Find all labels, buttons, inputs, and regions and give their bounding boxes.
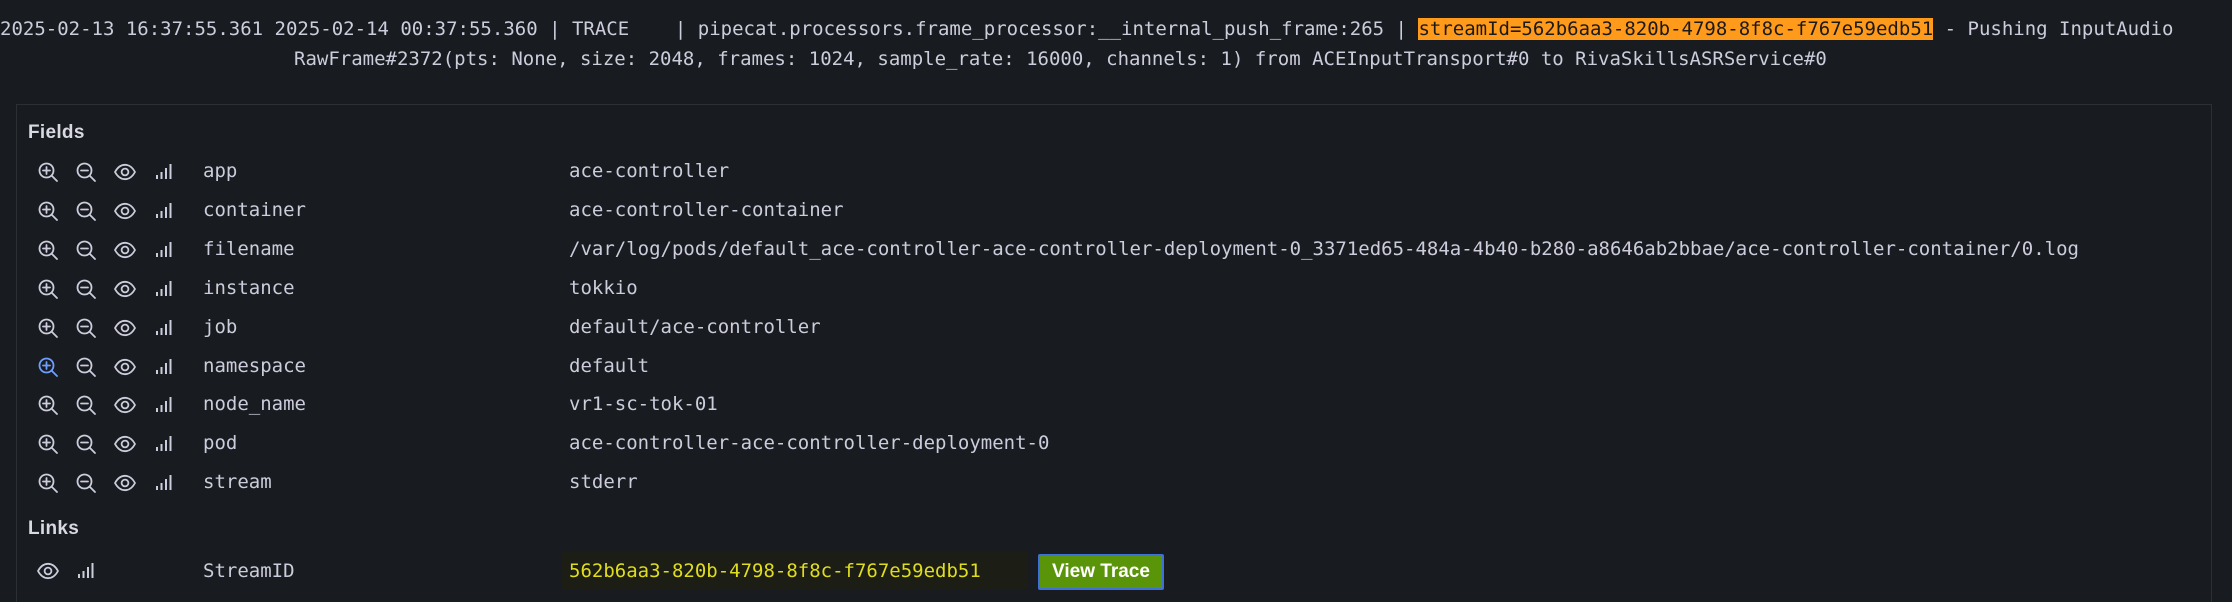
- zoom-out-icon[interactable]: [74, 277, 98, 301]
- eye-icon[interactable]: [113, 277, 137, 301]
- eye-icon[interactable]: [113, 238, 137, 262]
- stats-icon[interactable]: [74, 559, 98, 583]
- zoom-in-icon[interactable]: [36, 471, 60, 495]
- link-row-streamid: StreamID 562b6aa3-820b-4798-8f8c-f767e59e…: [0, 551, 2232, 590]
- field-label: container: [203, 199, 306, 221]
- eye-icon[interactable]: [113, 432, 137, 456]
- zoom-in-icon[interactable]: [36, 277, 60, 301]
- field-value: tokkio: [569, 277, 638, 299]
- stats-icon[interactable]: [152, 199, 176, 223]
- field-row-stream: stream stderr: [0, 463, 2232, 501]
- log-line-1-prefix: 2025-02-13 16:37:55.361 2025-02-14 00:37…: [0, 18, 1419, 40]
- zoom-in-icon[interactable]: [36, 238, 60, 262]
- field-row-namespace: namespace default: [0, 347, 2232, 385]
- field-label: stream: [203, 471, 272, 493]
- zoom-in-icon[interactable]: [36, 393, 60, 417]
- eye-icon[interactable]: [113, 393, 137, 417]
- view-trace-button[interactable]: View Trace: [1038, 554, 1164, 590]
- field-label: filename: [203, 238, 295, 260]
- zoom-out-icon[interactable]: [74, 238, 98, 262]
- field-value: vr1-sc-tok-01: [569, 393, 718, 415]
- eye-icon[interactable]: [36, 559, 60, 583]
- field-value: stderr: [569, 471, 638, 493]
- eye-icon[interactable]: [113, 316, 137, 340]
- stats-icon[interactable]: [152, 316, 176, 340]
- zoom-out-icon[interactable]: [74, 355, 98, 379]
- field-label: pod: [203, 432, 238, 454]
- zoom-in-icon[interactable]: [36, 199, 60, 223]
- field-value: ace-controller-ace-controller-deployment…: [569, 432, 1050, 454]
- log-line-1: 2025-02-13 16:37:55.361 2025-02-14 00:37…: [0, 14, 2173, 44]
- links-title: Links: [28, 518, 80, 539]
- field-row-container: container ace-controller-container: [0, 191, 2232, 229]
- stats-icon[interactable]: [152, 393, 176, 417]
- field-value: default: [569, 355, 650, 377]
- stream-id-highlight: streamId=562b6aa3-820b-4798-8f8c-f767e59…: [1418, 18, 1934, 40]
- zoom-out-icon[interactable]: [74, 316, 98, 340]
- eye-icon[interactable]: [113, 355, 137, 379]
- field-row-filename: filename/var/log/pods/default_ace-contro…: [0, 230, 2232, 268]
- zoom-out-icon[interactable]: [74, 393, 98, 417]
- fields-title: Fields: [28, 122, 85, 143]
- field-label: instance: [203, 277, 295, 299]
- stats-icon[interactable]: [152, 277, 176, 301]
- zoom-out-icon[interactable]: [74, 160, 98, 184]
- stats-icon[interactable]: [152, 160, 176, 184]
- zoom-out-icon[interactable]: [74, 471, 98, 495]
- stats-icon[interactable]: [152, 471, 176, 495]
- field-value: default/ace-controller: [569, 316, 821, 338]
- link-label: StreamID: [203, 560, 295, 582]
- stream-id-link[interactable]: 562b6aa3-820b-4798-8f8c-f767e59edb51: [569, 558, 981, 584]
- zoom-in-icon[interactable]: [36, 316, 60, 340]
- zoom-in-icon[interactable]: [36, 355, 60, 379]
- log-line-1-suffix: - Pushing InputAudio: [1933, 18, 2174, 40]
- field-label: app: [203, 160, 238, 182]
- eye-icon[interactable]: [113, 471, 137, 495]
- stats-icon[interactable]: [152, 355, 176, 379]
- field-row-node-name: node_name vr1-sc-tok-01: [0, 385, 2232, 423]
- zoom-in-icon[interactable]: [36, 432, 60, 456]
- eye-icon[interactable]: [113, 199, 137, 223]
- zoom-out-icon[interactable]: [74, 432, 98, 456]
- field-row-app: app ace-controller: [0, 152, 2232, 190]
- field-value: /var/log/pods/default_ace-controller-ace…: [569, 238, 2079, 260]
- zoom-out-icon[interactable]: [74, 199, 98, 223]
- field-label: job: [203, 316, 238, 338]
- field-label: node_name: [203, 393, 306, 415]
- eye-icon[interactable]: [113, 160, 137, 184]
- field-value: ace-controller-container: [569, 199, 844, 221]
- field-value: ace-controller: [569, 160, 730, 182]
- log-line-2: RawFrame#2372(pts: None, size: 2048, fra…: [294, 48, 1827, 70]
- field-label: namespace: [203, 355, 306, 377]
- stats-icon[interactable]: [152, 238, 176, 262]
- stats-icon[interactable]: [152, 432, 176, 456]
- field-row-instance: instance tokkio: [0, 269, 2232, 307]
- field-row-job: job default/ace-controller: [0, 308, 2232, 346]
- field-row-pod: pod ace-controller-ace-controller-deploym…: [0, 424, 2232, 462]
- zoom-in-icon[interactable]: [36, 160, 60, 184]
